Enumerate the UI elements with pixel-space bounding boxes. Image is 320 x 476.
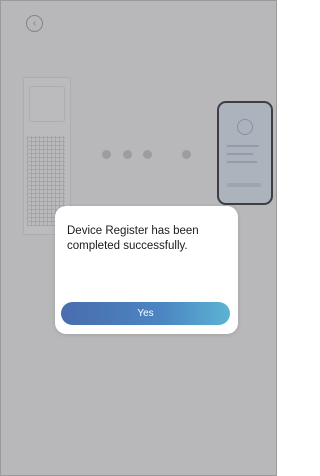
yes-button-label: Yes	[137, 308, 154, 319]
success-dialog: Device Register has been completed succe…	[55, 206, 238, 334]
app-frame: ‹ Device Register has been completed suc…	[0, 0, 277, 476]
dialog-message: Device Register has been completed succe…	[67, 225, 199, 252]
yes-button[interactable]: Yes	[61, 302, 230, 325]
